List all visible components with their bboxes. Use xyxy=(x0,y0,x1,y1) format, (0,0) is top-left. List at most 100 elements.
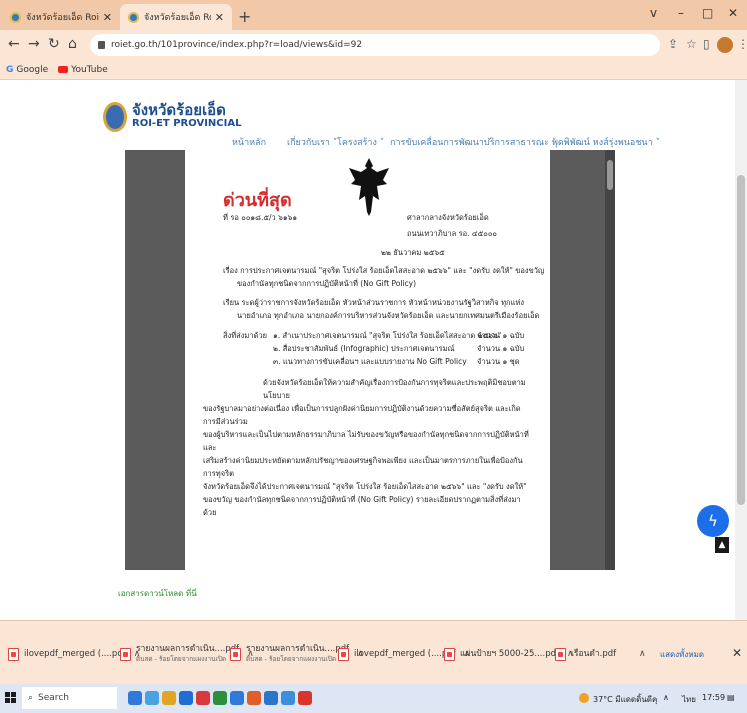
page-scrollbar-thumb[interactable] xyxy=(737,175,745,505)
search-icon: ⌕ xyxy=(28,693,34,703)
download-link[interactable]: เอกสารดาวน์โหลด ที่นี่ xyxy=(118,587,197,600)
pdf-scrollbar-thumb[interactable] xyxy=(607,160,613,190)
profile-avatar[interactable] xyxy=(717,37,733,53)
site-favicon-icon xyxy=(128,11,139,23)
minimize-button[interactable]: – xyxy=(678,6,684,20)
tray-chevron-icon[interactable]: ∧ xyxy=(663,693,669,702)
download-status: ดิบสด - ร้อยโดยจากแผงงานเปิด xyxy=(136,655,227,663)
document-subject: เรื่อง การประกาศเจตนารมณ์ "สุจริต โปร่งใ… xyxy=(223,266,545,275)
site-name-english[interactable]: ROI-ET PROVINCIAL xyxy=(132,118,241,129)
attachment-item: ๒. สื่อประชาสัมพันธ์ (Infographic) ประกา… xyxy=(273,344,455,353)
taskbar-app-icon[interactable] xyxy=(230,691,244,705)
taskbar-app-icon[interactable] xyxy=(247,691,261,705)
pdf-file-icon xyxy=(555,647,566,661)
tab-search-icon[interactable]: v xyxy=(650,6,657,20)
tab-title: จังหวัดร้อยเอ็ด Roi-Et Provincial xyxy=(144,13,211,23)
home-icon[interactable]: ⌂ xyxy=(68,36,77,52)
reload-icon[interactable]: ↻ xyxy=(48,36,60,52)
close-icon[interactable]: ✕ xyxy=(215,11,224,24)
messenger-icon: ϟ xyxy=(708,512,718,530)
share-icon[interactable]: ⇪ xyxy=(668,37,678,51)
taskbar-app-icon[interactable] xyxy=(179,691,193,705)
download-item[interactable]: เรือนดำ.pdf ∧ xyxy=(555,639,646,669)
menu-item-about[interactable]: เกี่ยวกับเรา ˅ xyxy=(287,135,337,149)
browser-tab-active[interactable]: จังหวัดร้อยเอ็ด Roi-Et Provincial ✕ xyxy=(120,4,232,30)
attachment-item: ๑. สำเนาประกาศเจตนารมณ์ "สุจริต โปร่งใส … xyxy=(273,331,502,340)
attachments-label: สิ่งที่ส่งมาด้วย xyxy=(223,331,268,340)
body-line: ของขวัญ ของกำนัลทุกชนิดจากการปฏิบัติหน้า… xyxy=(203,495,521,517)
taskbar-app-icon[interactable] xyxy=(264,691,278,705)
bookmark-google[interactable]: G Google xyxy=(6,65,48,75)
pdf-file-icon xyxy=(230,647,241,661)
messenger-chat-button[interactable]: ϟ xyxy=(697,505,729,537)
taskbar-search[interactable]: ⌕ Search xyxy=(22,687,117,709)
download-filename: ilovepdf_merged (....pdf xyxy=(24,649,126,659)
web-page: จังหวัดร้อยเอ็ด ROI-ET PROVINCIAL หน้าหล… xyxy=(0,80,735,620)
body-line: จังหวัดร้อยเอ็ดจึงได้ประกาศเจตนารมณ์ "สุ… xyxy=(203,482,527,491)
close-icon[interactable]: ✕ xyxy=(103,11,112,24)
pdf-file-icon xyxy=(120,647,131,661)
menu-item-structure[interactable]: โครงสร้าง ˅ xyxy=(337,135,384,149)
document-body: ด้วยจังหวัดร้อยเอ็ดให้ความสำคัญเรื่องการ… xyxy=(203,376,533,519)
pdf-viewer[interactable]: ด่วนที่สุด ที่ รอ ๐๐๑๘.๕/ว ๖๑๖๑ ศาลากลาง… xyxy=(125,150,615,570)
windows-taskbar: ⌕ Search 37°C มีแดดดิ้นดีคุ ∧ ไทย 17:59 … xyxy=(0,684,747,713)
window-close-button[interactable]: ✕ xyxy=(728,6,738,20)
weather-text[interactable]: 37°C มีแดดดิ้นดีคุ xyxy=(593,693,657,706)
taskbar-app-icon[interactable] xyxy=(281,691,295,705)
pdf-file-icon xyxy=(338,647,349,661)
notification-icon[interactable]: ▤ xyxy=(727,693,735,702)
attachment-qty: จำนวน ๑ ฉบับ xyxy=(477,344,525,353)
bookmark-label: Google xyxy=(16,64,49,75)
clock[interactable]: 17:59 xyxy=(702,693,725,702)
bookmark-youtube[interactable]: YouTube xyxy=(58,65,108,75)
province-seal-logo[interactable] xyxy=(103,102,127,132)
weather-icon xyxy=(579,693,589,703)
sidepanel-icon[interactable]: ▯ xyxy=(703,37,710,51)
maximize-button[interactable]: □ xyxy=(702,6,713,20)
windows-start-icon[interactable] xyxy=(5,692,17,704)
body-line: เสริมสร้างค่านิยมประหยัดตามหลักปรัชญาของ… xyxy=(203,456,523,478)
taskbar-app-icon[interactable] xyxy=(213,691,227,705)
menu-item-public-services[interactable]: บริการสาธารณะ ˅ xyxy=(484,135,556,149)
back-arrow-icon[interactable]: ← xyxy=(8,36,20,52)
download-status: ดิบสด - ร้อยโดยจากแผงงานเปิด xyxy=(246,655,337,663)
attachment-item: ๓. แนวทางการขับเคลื่อนฯ และแบบรายงาน No … xyxy=(273,357,467,366)
menu-kebab-icon[interactable]: ⋮ xyxy=(737,37,747,51)
pdf-file-icon xyxy=(444,647,455,661)
back-to-top-button[interactable]: ▲ xyxy=(715,537,729,553)
taskbar-app-icon[interactable] xyxy=(298,691,312,705)
show-all-downloads-link[interactable]: แสดงทั้งหมด xyxy=(660,648,704,661)
browser-toolbar: ← → ↻ ⌂ roiet.go.th/101province/index.ph… xyxy=(0,30,747,60)
garuda-emblem-icon xyxy=(349,158,389,216)
pdf-file-icon xyxy=(8,647,19,661)
new-tab-button[interactable]: + xyxy=(238,7,251,26)
taskbar-app-icon[interactable] xyxy=(145,691,159,705)
downloads-bar: ilovepdf_merged (....pdf ∧ รายงานผลการดำ… xyxy=(0,620,747,684)
pdf-scrollbar[interactable] xyxy=(605,150,615,570)
download-filename: รายงานผลการดำเนิน....pdf xyxy=(136,644,240,654)
bookmarks-bar: G Google YouTube xyxy=(0,60,747,80)
language-indicator[interactable]: ไทย xyxy=(682,693,696,706)
taskbar-app-icon[interactable] xyxy=(196,691,210,705)
body-line: ของผู้บริหารและเป็นไปตามหลักธรรมาภิบาล ไ… xyxy=(203,430,529,452)
menu-item-home[interactable]: หน้าหลัก xyxy=(232,135,266,149)
taskbar-app-icon[interactable] xyxy=(162,691,176,705)
bookmark-label: YouTube xyxy=(71,64,108,75)
menu-item-governor[interactable]: พุดพิพัฒน์ หงส์รุ่งพนอชนา ˅ xyxy=(552,135,660,149)
menu-item-development[interactable]: การขับเคลื่อนการพัฒนา ˅ xyxy=(390,135,491,149)
search-placeholder: Search xyxy=(38,693,69,703)
forward-arrow-icon[interactable]: → xyxy=(28,36,40,52)
bookmark-star-icon[interactable]: ☆ xyxy=(686,37,697,51)
lock-icon xyxy=(98,41,105,49)
address-bar[interactable]: roiet.go.th/101province/index.php?r=load… xyxy=(90,34,660,56)
close-downloads-bar-button[interactable]: ✕ xyxy=(732,646,742,660)
office-address-line1: ศาลากลางจังหวัดร้อยเอ็ด xyxy=(407,213,489,222)
browser-tab[interactable]: จังหวัดร้อยเอ็ด Roi-Et Provincial ✕ xyxy=(2,4,120,30)
chevron-up-icon[interactable]: ∧ xyxy=(639,649,646,659)
taskbar-app-icon[interactable] xyxy=(128,691,142,705)
pdf-page: ด่วนที่สุด ที่ รอ ๐๐๑๘.๕/ว ๖๑๖๑ ศาลากลาง… xyxy=(185,150,550,570)
office-address-line2: ถนนเทวาภิบาล รอ. ๔๕๐๐๐ xyxy=(407,229,498,238)
google-icon: G xyxy=(6,64,14,75)
browser-tab-strip: จังหวัดร้อยเอ็ด Roi-Et Provincial ✕ จังห… xyxy=(0,0,747,30)
page-scrollbar[interactable] xyxy=(735,80,747,620)
